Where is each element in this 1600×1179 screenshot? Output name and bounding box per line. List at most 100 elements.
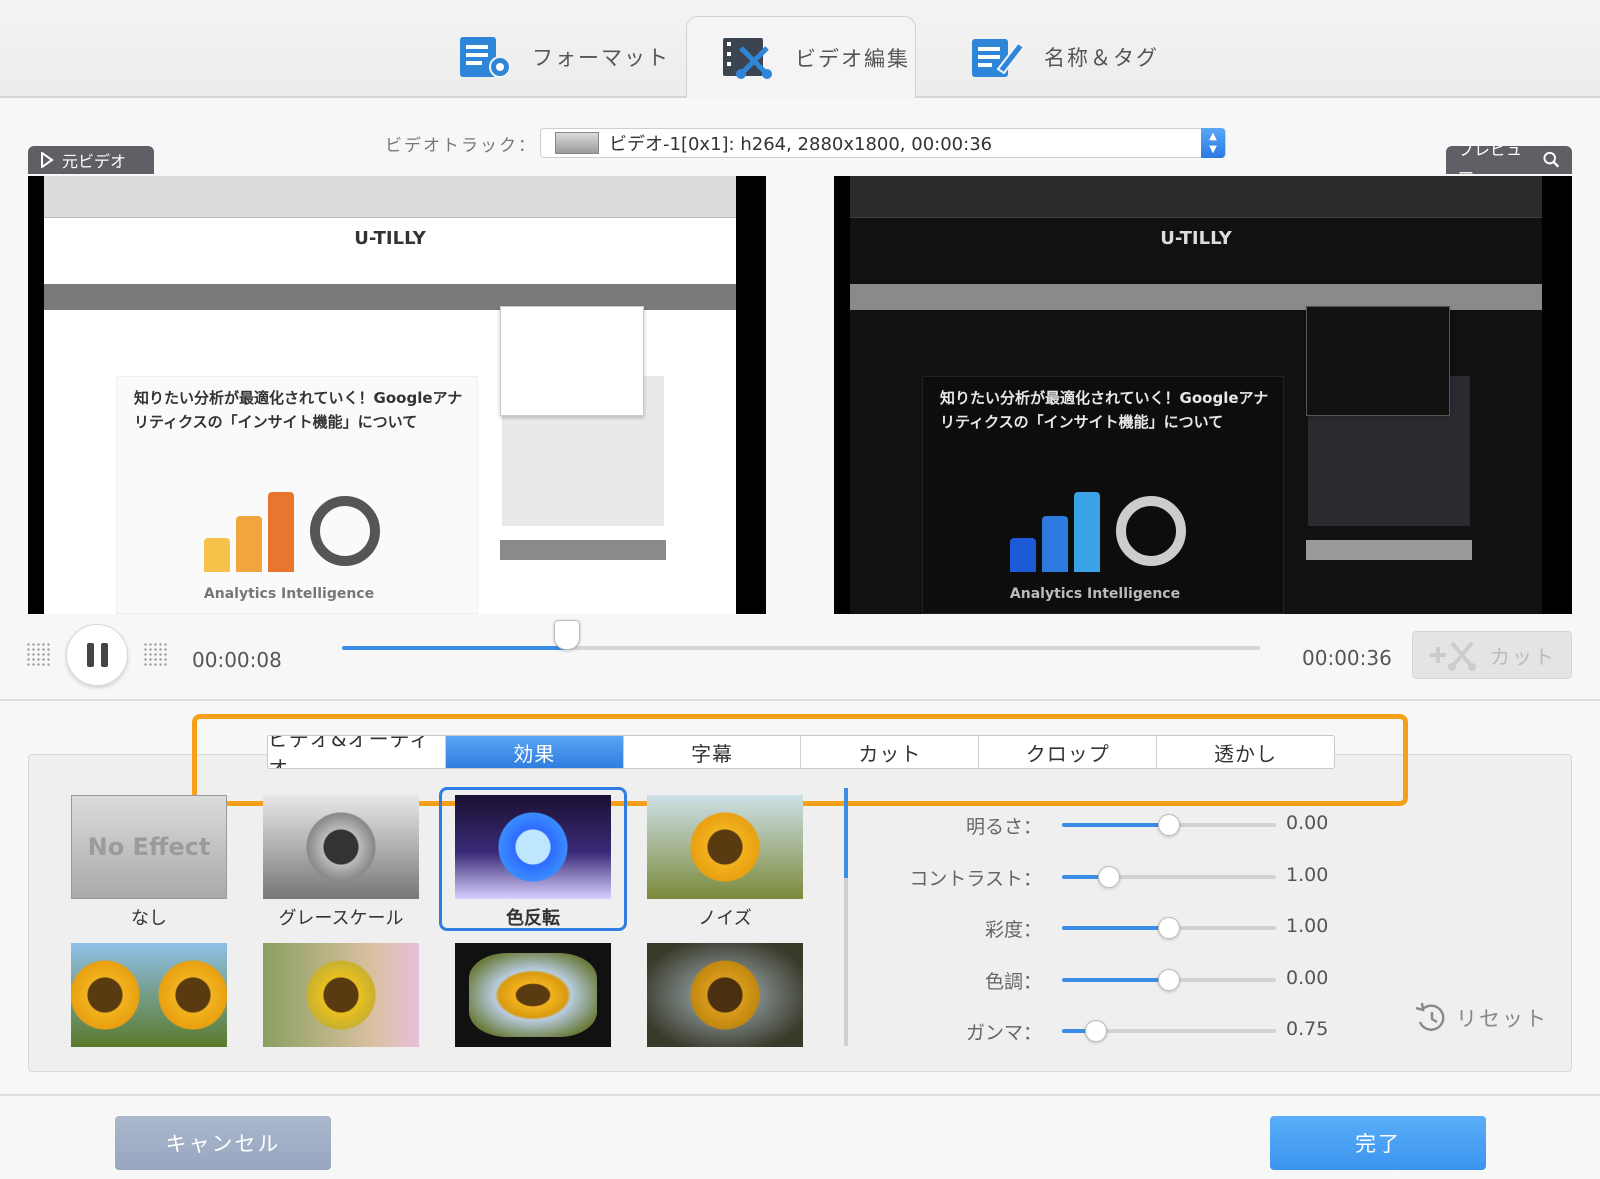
add-cut-scissors-icon	[1430, 641, 1476, 671]
sunflower-image	[685, 807, 765, 887]
sunflower-image	[469, 953, 597, 1037]
reset-button[interactable]: リセット	[1414, 1002, 1548, 1034]
graphic-caption: Analytics Intelligence	[203, 586, 375, 602]
adjustment-value: 0.75	[1286, 1018, 1329, 1040]
no-effect-text: No Effect	[87, 833, 211, 861]
search-icon[interactable]	[1543, 151, 1560, 169]
effect-grayscale-thumb[interactable]	[263, 795, 419, 899]
graphic-caption: Analytics Intelligence	[1009, 586, 1181, 602]
grip-handle-icon[interactable]	[143, 642, 169, 668]
source-video-label-text: 元ビデオ	[62, 152, 127, 171]
top-tab-bar: フォーマット ビデオ編集 名称＆タグ	[0, 0, 1600, 98]
track-thumbnail	[555, 132, 599, 154]
sunflower-image	[71, 955, 145, 1035]
adjustment-slider-knob[interactable]	[1158, 969, 1180, 991]
sunflower-image	[301, 807, 381, 887]
intelligence-ring-graphic	[310, 496, 380, 566]
adjustment-slider-knob[interactable]	[1158, 917, 1180, 939]
tab-format-label: フォーマット	[532, 46, 670, 70]
annotation-highlight-box	[192, 714, 1408, 806]
effect-none-thumb[interactable]: No Effect	[71, 795, 227, 899]
timeline-slider[interactable]	[342, 620, 1260, 650]
video-webpage-inverted: U-TILLY 知りたい分析が最適化されていく！Googleアナリティクスの「イ…	[850, 176, 1542, 614]
adjustment-label: ガンマ：	[965, 1022, 1042, 1044]
article-title: 知りたい分析が最適化されていく！Googleアナリティクスの「インサイト機能」に…	[134, 389, 463, 431]
pause-button[interactable]	[66, 624, 128, 686]
adjustment-label: 彩度：	[984, 919, 1042, 941]
video-webpage: U-TILLY 知りたい分析が最適化されていく！Googleアナリティクスの「イ…	[44, 176, 736, 614]
adjustment-value: 1.00	[1286, 864, 1329, 886]
grip-handle-icon[interactable]	[26, 642, 52, 668]
source-video-label: 元ビデオ	[28, 146, 154, 174]
preview-label: プレビュー	[1446, 140, 1572, 183]
adjustment-label: 色調：	[984, 971, 1042, 993]
language-bar	[1306, 540, 1472, 560]
effect-grayscale-label: グレースケール	[278, 908, 404, 929]
adjustment-slider[interactable]	[1062, 814, 1276, 836]
search-dropdown	[500, 306, 644, 416]
video-track-label: ビデオトラック：	[385, 136, 537, 156]
video-edit-scissors-icon	[721, 34, 777, 82]
sunflower-image	[153, 955, 227, 1035]
preview-video-frame: U-TILLY 知りたい分析が最適化されていく！Googleアナリティクスの「イ…	[834, 176, 1572, 614]
cut-button[interactable]: カット	[1412, 631, 1572, 679]
adjustment-value: 0.00	[1286, 812, 1329, 834]
adjustment-slider-fill	[1062, 823, 1169, 827]
timeline-knob[interactable]	[553, 620, 580, 650]
adjustment-slider[interactable]	[1062, 917, 1276, 939]
adjustment-slider-knob[interactable]	[1098, 866, 1121, 888]
format-settings-icon	[458, 33, 514, 81]
effect-none-label: なし	[131, 908, 167, 929]
total-time: 00:00:36	[1302, 646, 1392, 670]
cancel-button[interactable]: キャンセル	[115, 1116, 331, 1170]
name-tag-edit-icon	[970, 33, 1026, 81]
tab-name-tag[interactable]: 名称＆タグ	[970, 16, 1159, 98]
done-button[interactable]: 完了	[1270, 1116, 1486, 1170]
search-dropdown	[1306, 306, 1450, 416]
adjustment-slider[interactable]	[1062, 1020, 1276, 1042]
article-title: 知りたい分析が最適化されていく！Googleアナリティクスの「インサイト機能」に…	[940, 389, 1269, 431]
footer-divider	[0, 1094, 1600, 1096]
reset-button-label: リセット	[1456, 1007, 1548, 1031]
selected-effect-outline	[439, 787, 627, 931]
play-icon	[41, 152, 54, 168]
intelligence-ring-graphic	[1116, 496, 1186, 566]
source-video-frame: U-TILLY 知りたい分析が最適化されていく！Googleアナリティクスの「イ…	[28, 176, 766, 614]
sunflower-image	[685, 955, 765, 1035]
browser-bar	[44, 176, 736, 218]
sunflower-image	[301, 955, 381, 1035]
adjustment-slider-fill	[1062, 978, 1169, 982]
analytics-bars-graphic	[1010, 492, 1100, 572]
tab-video-edit-label: ビデオ編集	[795, 46, 910, 71]
effect-tint-thumb[interactable]	[263, 943, 419, 1047]
effect-old-film-thumb[interactable]	[647, 943, 803, 1047]
site-logo: U-TILLY	[1160, 228, 1232, 249]
chevron-up-down-icon[interactable]: ▲ ▼	[1201, 128, 1225, 158]
pause-icon	[86, 643, 94, 667]
cut-button-label: カット	[1490, 644, 1556, 669]
section-divider	[0, 699, 1600, 701]
site-logo: U-TILLY	[354, 228, 426, 249]
tab-format[interactable]: フォーマット	[458, 16, 670, 98]
effect-noise-thumb[interactable]	[647, 795, 803, 899]
adjustment-label: 明るさ：	[965, 816, 1042, 838]
current-time: 00:00:08	[192, 648, 282, 672]
adjustment-slider-knob[interactable]	[1158, 814, 1180, 836]
tab-video-edit[interactable]: ビデオ編集	[686, 16, 916, 98]
pause-icon-bar	[100, 643, 108, 667]
effect-vignette-thumb[interactable]	[455, 943, 611, 1047]
adjustment-slider[interactable]	[1062, 866, 1276, 888]
adjustment-slider[interactable]	[1062, 969, 1276, 991]
video-track-select[interactable]: ビデオ-1[0x1]: h264, 2880x1800, 00:00:36 ▲ ▼	[540, 128, 1226, 158]
adjustment-label: コントラスト：	[909, 868, 1042, 890]
analytics-bars-graphic	[204, 492, 294, 572]
adjustment-slider-fill	[1062, 926, 1169, 930]
tab-name-tag-label: 名称＆タグ	[1044, 46, 1159, 70]
adjustment-value: 1.00	[1286, 915, 1329, 937]
video-track-value: ビデオ-1[0x1]: h264, 2880x1800, 00:00:36	[609, 134, 993, 155]
reset-history-icon	[1415, 1002, 1445, 1031]
effect-mirror-thumb[interactable]	[71, 943, 227, 1047]
adjustment-value: 0.00	[1286, 967, 1329, 989]
language-bar	[500, 540, 666, 560]
timeline-progress	[342, 646, 567, 650]
